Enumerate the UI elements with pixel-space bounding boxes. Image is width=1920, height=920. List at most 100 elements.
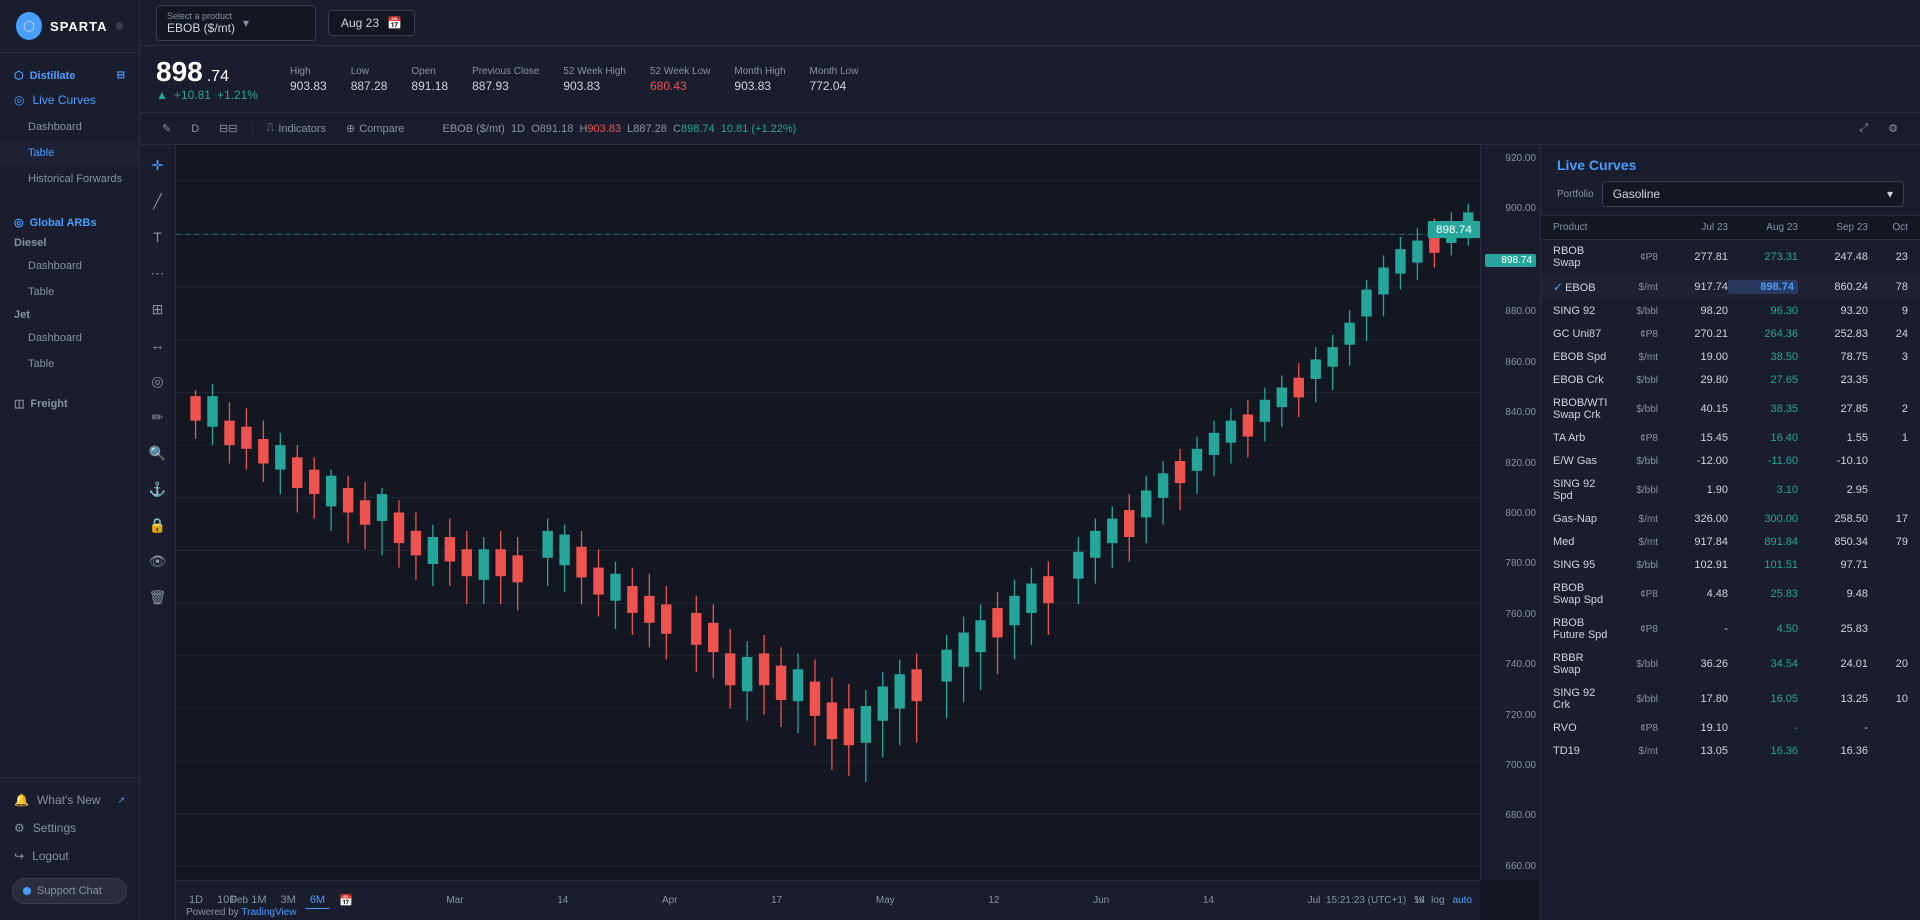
text-tool[interactable]: T [146, 225, 170, 249]
table-row[interactable]: Gas-Nap$/mt326.00300.00258.5017 [1541, 508, 1920, 531]
ohlc-text: EBOB ($/mt) 1D O891.18 H903.83 L887.28 C… [442, 123, 796, 135]
stat-low-value: 887.28 [351, 79, 388, 93]
sidebar-item-dashboard-jet[interactable]: Dashboard [0, 325, 139, 351]
indicators-button[interactable]: ⎍ Indicators [261, 119, 332, 138]
sidebar-item-jet[interactable]: Jet [0, 305, 139, 325]
lock-tool[interactable]: 🔒 [146, 513, 170, 537]
product-name-cell: TD19 [1553, 745, 1608, 757]
y-label-700: 700.00 [1485, 760, 1536, 771]
support-chat-button[interactable]: Support Chat [12, 878, 127, 904]
anchor-tool[interactable]: ⚓ [146, 477, 170, 501]
table-row[interactable]: EBOB Crk$/bbl29.8027.6523.35 [1541, 369, 1920, 392]
sidebar-item-freight[interactable]: ◫ Freight [0, 393, 139, 414]
trash-tool[interactable]: 🗑 [146, 585, 170, 609]
fullscreen-button[interactable]: ⤢ [1853, 119, 1874, 138]
table-row[interactable]: RBOB Future Spd¢P8-4.5025.83 [1541, 612, 1920, 647]
sidebar-item-table[interactable]: Table [0, 140, 139, 166]
aug-cell: 16.40 [1728, 432, 1798, 444]
online-indicator [23, 887, 31, 895]
chevron-down-icon: ▾ [1887, 187, 1893, 201]
table-row[interactable]: SING 92$/bbl98.2096.3093.209 [1541, 300, 1920, 323]
circle-tool[interactable]: ◎ [146, 369, 170, 393]
stat-month-high: Month High 903.83 [734, 66, 785, 93]
tf-3m-button[interactable]: 3M [276, 892, 301, 908]
tradingview-link[interactable]: TradingView [241, 907, 296, 918]
table-row[interactable]: EBOB Spd$/mt19.0038.5078.753 [1541, 346, 1920, 369]
y-label-780: 780.00 [1485, 558, 1536, 569]
unit-cell: ¢P8 [1608, 252, 1658, 263]
pencil-tool-button[interactable]: ✎ [156, 119, 177, 138]
stat-52wk-low: 52 Week Low 680.43 [650, 66, 710, 93]
settings-button[interactable]: ⚙ [1882, 119, 1904, 138]
log-toggle[interactable]: log [1431, 895, 1444, 906]
table-row[interactable]: RBOB Swap¢P8277.81273.31247.4823 [1541, 240, 1920, 275]
zoom-tool[interactable]: 🔍 [146, 441, 170, 465]
table-row[interactable]: RBBR Swap$/bbl36.2634.5424.0120 [1541, 647, 1920, 682]
table-row[interactable]: Med$/mt917.84891.84850.3479 [1541, 531, 1920, 554]
tf-calendar-button[interactable]: 📅 [334, 892, 358, 909]
measure-tool[interactable]: ↔ [146, 333, 170, 357]
sidebar-item-logout[interactable]: ↪ Logout [0, 842, 139, 870]
candle-type-button[interactable]: ⊟⊟ [213, 119, 243, 138]
pattern-tool[interactable]: ⊞ [146, 297, 170, 321]
compare-button[interactable]: ⊕ Compare [340, 119, 410, 138]
stat-prev-close: Previous Close 887.93 [472, 66, 539, 93]
sidebar-item-table-jet[interactable]: Table [0, 351, 139, 377]
draw-line-tool[interactable]: ╱ [146, 189, 170, 213]
sidebar-section-freight: ◫ Freight [0, 385, 139, 422]
sidebar-item-settings[interactable]: ⚙ Settings [0, 814, 139, 842]
change-pct: +1.21% [217, 88, 258, 102]
price-change: ▲ +10.81 +1.21% [156, 88, 258, 102]
tf-6m-button[interactable]: 6M [305, 892, 330, 909]
table-row[interactable]: SING 92 Spd$/bbl1.903.102.95 [1541, 473, 1920, 508]
table-row[interactable]: RBOB Swap Spd¢P84.4825.839.48 [1541, 577, 1920, 612]
sep-cell: 97.71 [1798, 559, 1868, 571]
stat-52wk-low-label: 52 Week Low [650, 66, 710, 77]
sidebar-item-table-diesel[interactable]: Table [0, 279, 139, 305]
portfolio-select[interactable]: Gasoline ▾ [1602, 181, 1904, 207]
sidebar-item-global-arbs[interactable]: ◎ Global ARBs [0, 208, 139, 233]
sidebar-item-dashboard-distillate[interactable]: Dashboard [0, 114, 139, 140]
table-row[interactable]: TD19$/mt13.0516.3616.36 [1541, 740, 1920, 763]
fib-tool[interactable]: ⋯ [146, 261, 170, 285]
tf-10d-button[interactable]: 10D [212, 892, 242, 908]
expand-icon: ⊟ [117, 70, 125, 81]
table-row[interactable]: RVO¢P819.10-- [1541, 717, 1920, 740]
table-row[interactable]: SING 92 Crk$/bbl17.8016.0513.2510 [1541, 682, 1920, 717]
oct-cell: 24 [1868, 328, 1908, 340]
sep-cell: 9.48 [1798, 588, 1868, 600]
indicators-label: Indicators [278, 123, 326, 135]
table-row[interactable]: ✓EBOB$/mt917.74898.74860.2478 [1541, 275, 1920, 300]
sidebar-item-diesel[interactable]: Diesel [0, 233, 139, 253]
sep-cell: 25.83 [1798, 623, 1868, 635]
product-name-cell: ✓EBOB [1553, 280, 1608, 294]
date-selector[interactable]: Aug 23 📅 [328, 10, 415, 36]
sidebar-item-historical-forwards[interactable]: Historical Forwards [0, 166, 139, 192]
table-row[interactable]: TA Arb¢P815.4516.401.551 [1541, 427, 1920, 450]
candlestick-chart[interactable]: 898.74 [176, 145, 1480, 880]
eye-tool[interactable]: 👁 [146, 549, 170, 573]
close-icon[interactable] [116, 22, 123, 30]
sidebar-item-distillate[interactable]: ⬡ Distillate ⊟ [0, 61, 139, 86]
table-row[interactable]: SING 95$/bbl102.91101.5197.71 [1541, 554, 1920, 577]
auto-toggle[interactable]: auto [1453, 895, 1472, 906]
sidebar-item-dashboard-diesel[interactable]: Dashboard [0, 253, 139, 279]
table-row[interactable]: E/W Gas$/bbl-12.00-11.60-10.10 [1541, 450, 1920, 473]
table-row[interactable]: RBOB/WTI Swap Crk$/bbl40.1538.3527.852 [1541, 392, 1920, 427]
tf-1m-button[interactable]: 1M [246, 892, 271, 908]
unit-cell: ¢P8 [1608, 329, 1658, 340]
price-decimal: .74 [207, 68, 229, 86]
tf-1d-button[interactable]: 1D [184, 892, 208, 908]
crosshair-tool[interactable]: ✛ [146, 153, 170, 177]
table-row[interactable]: GC Uni87¢P8270.21264.36252.8324 [1541, 323, 1920, 346]
product-select[interactable]: Select a product EBOB ($/mt) ▾ [156, 5, 316, 41]
stat-prev-close-label: Previous Close [472, 66, 539, 77]
sidebar-item-live-curves[interactable]: ◎ Live Curves [0, 86, 139, 114]
aug-cell: 16.36 [1728, 745, 1798, 757]
pct-toggle[interactable]: % [1414, 895, 1423, 906]
sidebar-item-whats-new[interactable]: 🔔 What's New ↗ [0, 786, 139, 814]
brush-tool[interactable]: ✏ [146, 405, 170, 429]
stat-high-label: High [290, 66, 327, 77]
timeframe-d-button[interactable]: D [185, 120, 205, 138]
stat-month-low-value: 772.04 [810, 79, 859, 93]
